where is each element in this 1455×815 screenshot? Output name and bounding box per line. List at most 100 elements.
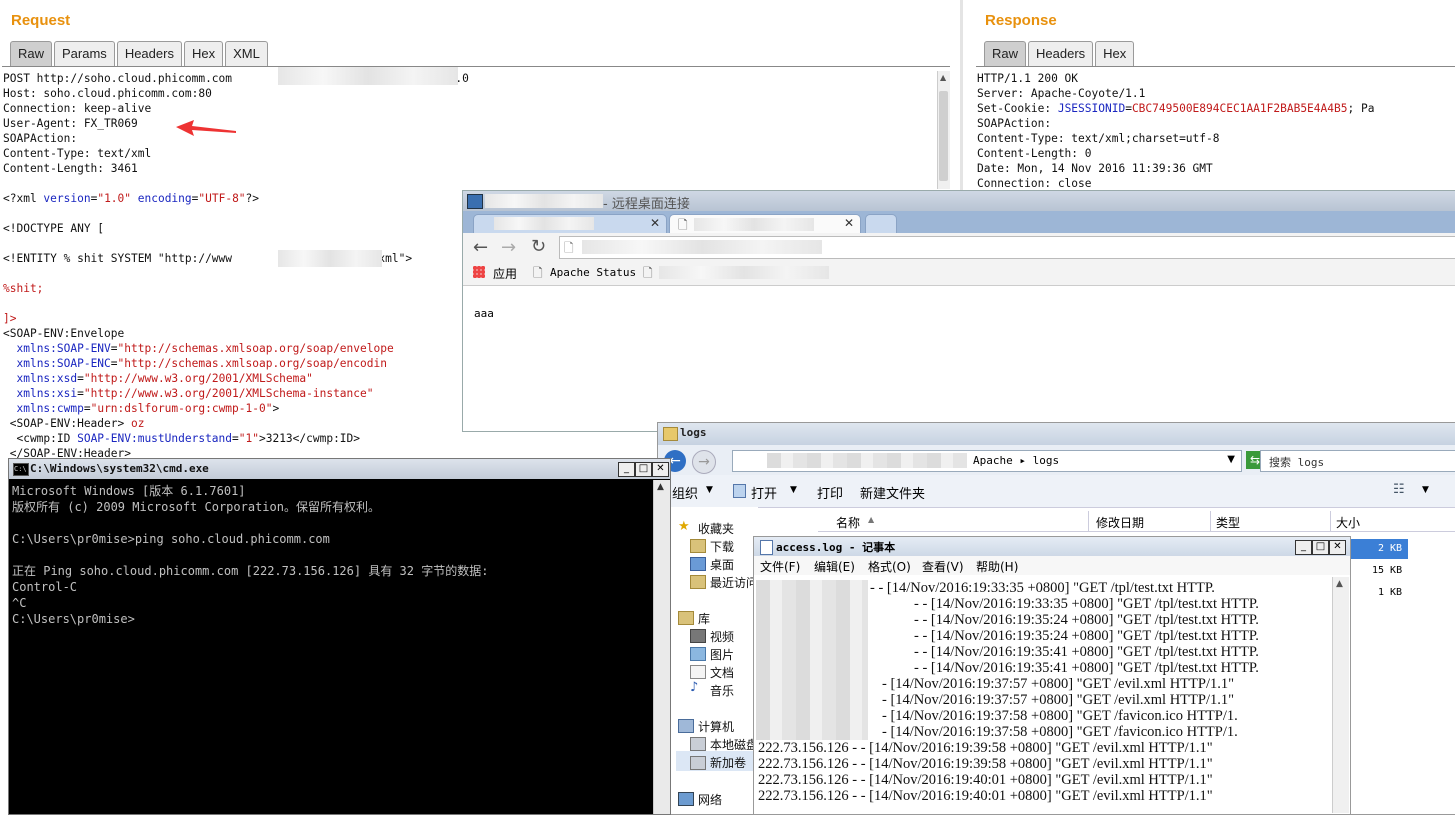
connection-header: Connection: close: [977, 177, 1092, 190]
redaction-blur: [659, 266, 829, 279]
minimize-button[interactable]: _: [1295, 540, 1312, 555]
new-tab-button[interactable]: [865, 214, 897, 234]
cmd-output[interactable]: Microsoft Windows [版本 6.1.7601] 版权所有 (c)…: [12, 483, 652, 627]
nav-computer[interactable]: 计算机: [698, 718, 734, 735]
library-icon: [678, 611, 694, 625]
connection-header: Connection: keep-alive: [3, 102, 152, 115]
close-tab-icon[interactable]: ✕: [650, 216, 660, 230]
chevron-down-icon[interactable]: ▼: [706, 485, 713, 495]
path-field[interactable]: Apache ▸ logs ▼: [732, 450, 1242, 472]
redaction-blur: [494, 217, 594, 230]
nav-libraries[interactable]: 库: [698, 610, 710, 627]
nav-network[interactable]: 网络: [698, 791, 722, 808]
chevron-down-icon[interactable]: ▼: [1227, 454, 1235, 465]
cmd-window[interactable]: C:\ C:\Windows\system32\cmd.exe _ □ ✕ Mi…: [8, 458, 671, 815]
cmd-scrollbar[interactable]: ▲: [653, 480, 670, 814]
col-type[interactable]: 类型: [1216, 514, 1240, 531]
bookmark-apache-status[interactable]: Apache Status: [550, 266, 636, 279]
chevron-down-icon[interactable]: ▼: [790, 485, 797, 495]
notepad-titlebar[interactable]: access.log - 记事本 _ □ ✕: [754, 537, 1350, 556]
back-icon[interactable]: ←: [473, 237, 488, 258]
maximize-button[interactable]: □: [1312, 540, 1329, 555]
request-scrollbar[interactable]: ▲: [937, 71, 950, 189]
log-line: 222.73.156.126 - - [14/Nov/2016:19:39:58…: [758, 740, 1213, 756]
request-line: POST http://soho.cloud.phicomm.comHTTP/1…: [3, 72, 469, 85]
disk-icon: [690, 737, 706, 751]
remote-desktop-window[interactable]: - 远程桌面连接 ✕ 🗋 ✕ ← → ↻ 🗋 应用 🗋 Apache Statu…: [462, 190, 1455, 432]
menu-help[interactable]: 帮助(H): [976, 558, 1018, 575]
nav-pictures[interactable]: 图片: [710, 646, 734, 663]
tab-raw[interactable]: Raw: [10, 41, 53, 66]
forward-icon[interactable]: →: [692, 450, 716, 474]
nav-favorites[interactable]: 收藏夹: [698, 520, 734, 537]
notepad-window[interactable]: access.log - 记事本 _ □ ✕ 文件(F) 编辑(E) 格式(O)…: [753, 536, 1351, 815]
response-body[interactable]: HTTP/1.1 200 OK Server: Apache-Coyote/1.…: [977, 71, 1455, 191]
print-button[interactable]: 打印: [817, 483, 843, 502]
cmd-titlebar[interactable]: C:\ C:\Windows\system32\cmd.exe _ □ ✕: [9, 459, 670, 479]
search-input[interactable]: 搜索 logs: [1260, 450, 1455, 472]
panel-splitter[interactable]: [960, 0, 963, 190]
col-name[interactable]: 名称: [836, 514, 860, 531]
rdp-titlebar[interactable]: - 远程桌面连接: [463, 191, 1455, 212]
nav-desktop[interactable]: 桌面: [710, 556, 734, 573]
browser-tab-active[interactable]: 🗋 ✕: [669, 214, 861, 234]
notepad-scrollbar[interactable]: ▲: [1332, 577, 1349, 813]
chevron-down-icon[interactable]: ▼: [1422, 485, 1429, 495]
redaction-blur: [694, 218, 814, 231]
menu-format[interactable]: 格式(O): [868, 558, 911, 575]
browser-tab[interactable]: ✕: [473, 214, 667, 234]
set-cookie-header: Set-Cookie: JSESSIONID=CBC749500E894CEC1…: [977, 102, 1375, 115]
redaction-blur: [278, 250, 382, 267]
tab-params[interactable]: Params: [54, 41, 115, 66]
close-button[interactable]: ✕: [652, 462, 669, 477]
maximize-button[interactable]: □: [635, 462, 652, 477]
page-content-text: aaa: [474, 307, 494, 320]
nav-new-volume[interactable]: 新加卷: [710, 754, 746, 771]
browser-toolbar: ← → ↻ 🗋: [463, 233, 1455, 262]
apps-grid-icon[interactable]: [473, 266, 485, 278]
open-button[interactable]: 打开: [751, 483, 777, 502]
tab-headers[interactable]: Headers: [116, 41, 182, 66]
reload-icon[interactable]: ↻: [531, 236, 546, 257]
col-modified[interactable]: 修改日期: [1096, 514, 1144, 531]
tab-headers[interactable]: Headers: [1028, 41, 1094, 66]
tab-xml[interactable]: XML: [225, 41, 268, 66]
menu-view[interactable]: 查看(V): [922, 558, 964, 575]
close-tab-icon[interactable]: ✕: [844, 216, 854, 230]
cmd-line: ^C: [12, 596, 27, 610]
menu-file[interactable]: 文件(F): [760, 558, 800, 575]
red-arrow-icon: [176, 120, 236, 136]
tab-hex[interactable]: Hex: [183, 41, 224, 66]
response-title: Response: [985, 12, 1057, 29]
nav-documents[interactable]: 文档: [710, 664, 734, 681]
organize-button[interactable]: 组织: [672, 483, 698, 502]
cmd-line: 版权所有 (c) 2009 Microsoft Corporation。保留所有…: [12, 500, 380, 514]
scroll-up-icon[interactable]: ▲: [657, 482, 664, 492]
view-options-icon[interactable]: ☷: [1393, 482, 1405, 497]
forward-icon[interactable]: →: [501, 237, 516, 258]
scroll-thumb[interactable]: [939, 91, 948, 181]
close-button[interactable]: ✕: [1329, 540, 1346, 555]
cmd-line: Control-C: [12, 580, 78, 594]
nav-videos[interactable]: 视频: [710, 628, 734, 645]
tab-raw[interactable]: Raw: [984, 41, 1027, 66]
new-folder-button[interactable]: 新建文件夹: [860, 483, 925, 502]
nav-recent[interactable]: 最近访问: [710, 574, 758, 591]
menu-edit[interactable]: 编辑(E): [814, 558, 855, 575]
explorer-titlebar[interactable]: logs: [658, 423, 1455, 445]
scroll-up-icon[interactable]: ▲: [1336, 579, 1343, 589]
request-title: Request: [11, 12, 71, 29]
downloads-icon: [690, 539, 706, 553]
disk-icon: [690, 756, 706, 770]
nav-music[interactable]: 音乐: [710, 682, 734, 699]
nav-downloads[interactable]: 下载: [710, 538, 734, 555]
minimize-button[interactable]: _: [618, 462, 635, 477]
url-field[interactable]: 🗋: [559, 236, 1455, 259]
tab-hex[interactable]: Hex: [1095, 41, 1135, 66]
content-length-header: Content-Length: 3461: [3, 162, 138, 175]
bookmark-apps[interactable]: 应用: [493, 265, 517, 282]
col-size[interactable]: 大小: [1336, 514, 1360, 531]
response-tabs: Raw Headers Hex: [984, 41, 1135, 66]
scroll-up-icon[interactable]: ▲: [940, 73, 946, 82]
cmd-line: [12, 547, 652, 563]
